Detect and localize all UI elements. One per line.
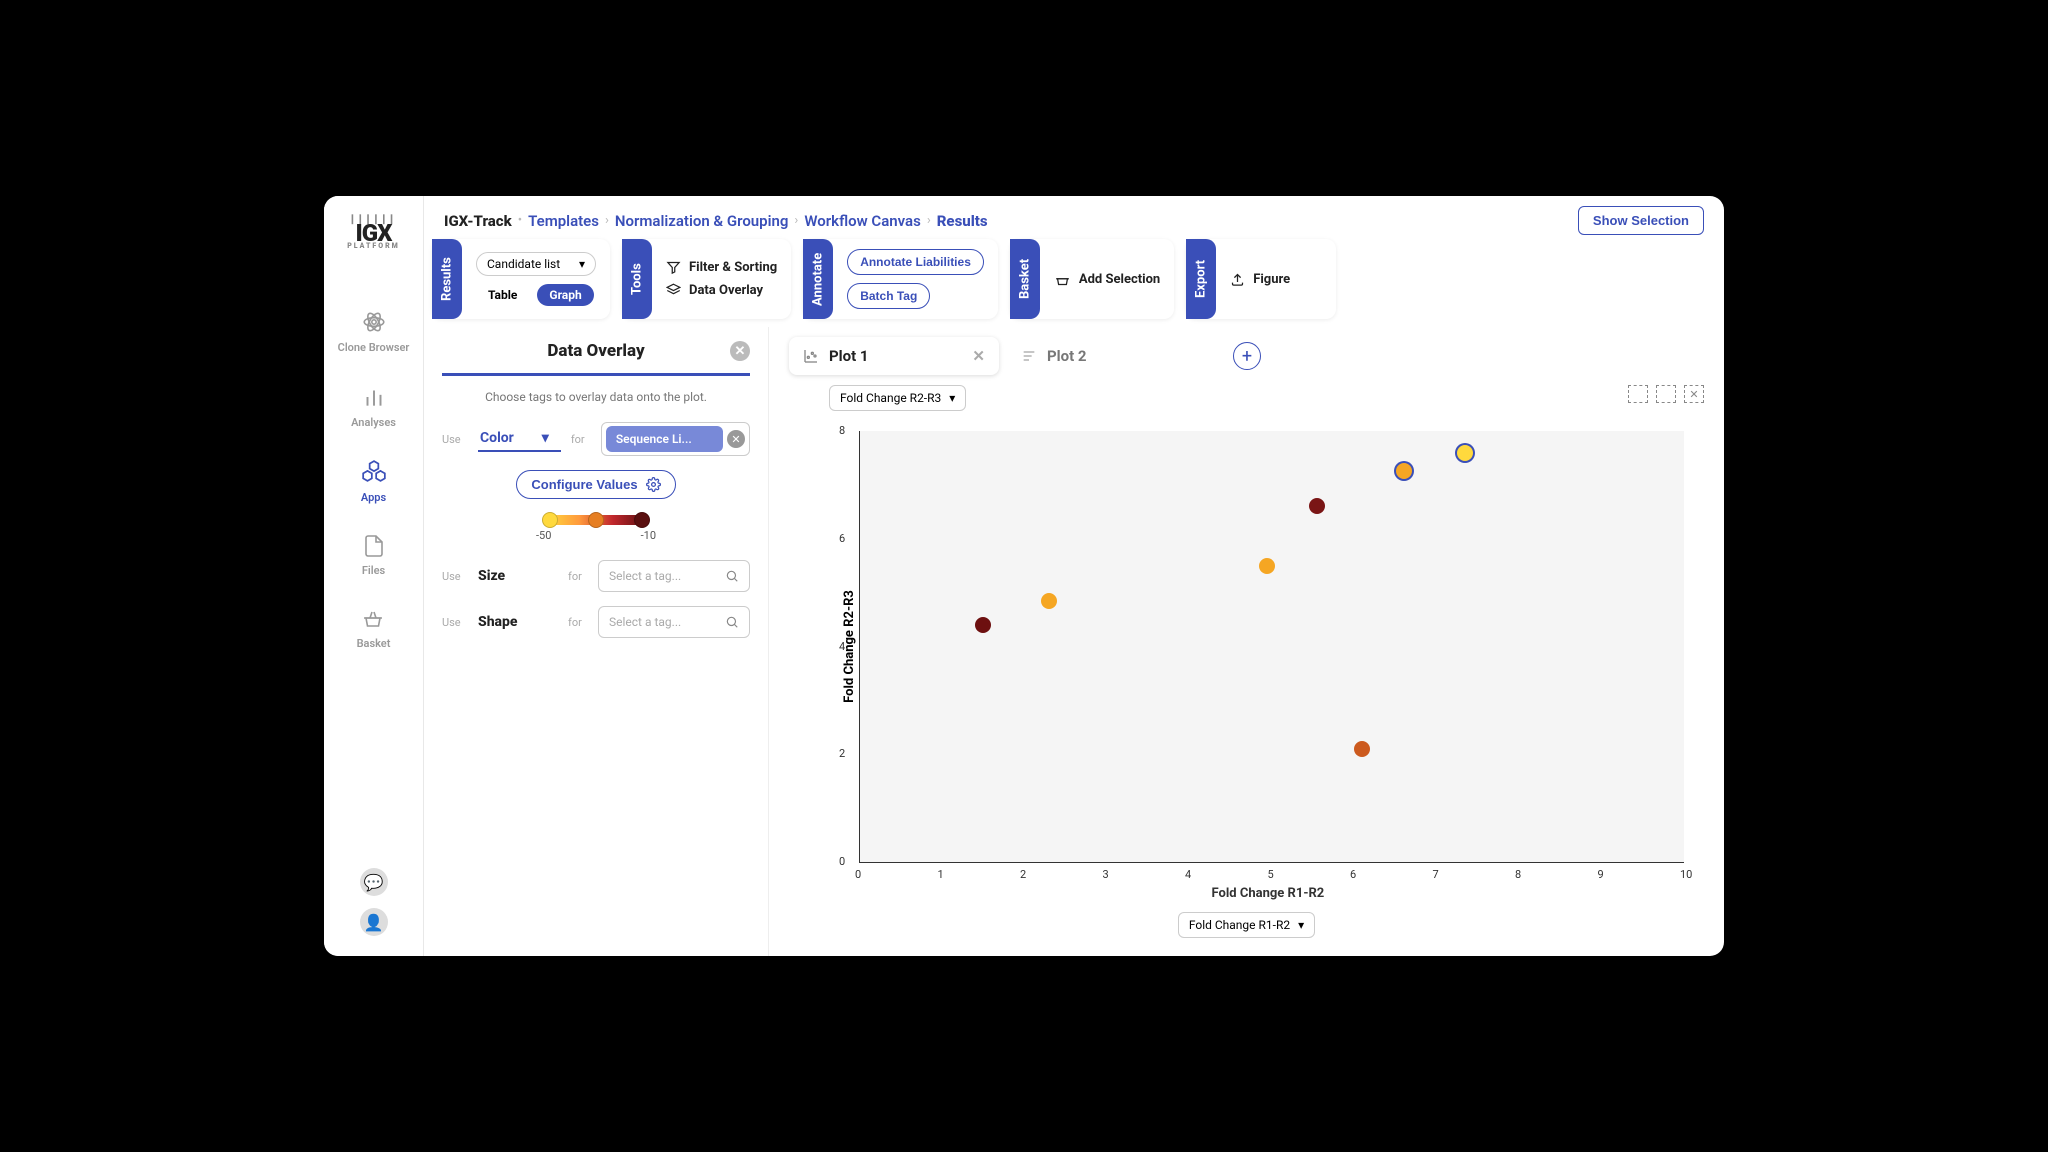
sidebar-label: Clone Browser	[338, 341, 410, 354]
data-point[interactable]	[1259, 558, 1275, 574]
ribbon-tab-label: Annotate	[803, 239, 833, 319]
ribbon: Results Candidate list ▾ Table Graph Too…	[424, 239, 1724, 327]
sidebar-item-analyses[interactable]: Analyses	[351, 384, 396, 429]
chart-container: Fold Change R2-R3 ▾ ✕ 02468012345678910F…	[789, 385, 1704, 938]
ribbon-basket: Basket Add Selection	[1010, 239, 1174, 319]
sidebar-label: Files	[362, 564, 385, 577]
search-icon	[725, 569, 739, 583]
scatter-chart[interactable]: 02468012345678910Fold Change R2-R3Fold C…	[789, 421, 1704, 902]
data-point[interactable]	[1396, 463, 1412, 479]
color-select[interactable]: Color ▾	[478, 426, 561, 452]
atom-icon	[361, 309, 387, 335]
chart-tools: ✕	[1628, 385, 1704, 403]
data-point[interactable]	[1354, 741, 1370, 757]
clear-tag-button[interactable]: ✕	[727, 430, 745, 448]
x-axis-select[interactable]: Fold Change R1-R2 ▾	[1178, 912, 1315, 938]
data-overlay-button[interactable]: Data Overlay	[666, 283, 777, 298]
clear-selection-tool[interactable]: ✕	[1684, 385, 1704, 403]
plot-area: Plot 1 ✕ Plot 2 + Fold Change R2-R3 ▾	[769, 327, 1724, 956]
data-point[interactable]	[975, 617, 991, 633]
main: IGX-Track • Templates › Normalization & …	[424, 196, 1724, 956]
data-point[interactable]	[1309, 498, 1325, 514]
bars-icon	[1021, 348, 1037, 364]
basket-add-icon	[1054, 271, 1071, 288]
user-avatar[interactable]: 👤	[360, 908, 388, 936]
upload-icon	[1230, 272, 1245, 287]
chevron-down-icon: ▾	[1298, 918, 1304, 932]
bar-chart-icon	[361, 384, 387, 410]
breadcrumb-item[interactable]: Templates	[528, 212, 599, 230]
ribbon-results: Results Candidate list ▾ Table Graph	[432, 239, 610, 319]
view-table-toggle[interactable]: Table	[476, 284, 529, 306]
file-icon	[362, 534, 386, 558]
legend-min: -50	[536, 529, 551, 542]
panel-hint: Choose tags to overlay data onto the plo…	[442, 390, 750, 404]
sidebar-item-files[interactable]: Files	[362, 534, 386, 577]
chevron-down-icon: ▾	[542, 430, 549, 446]
lasso-tool[interactable]	[1656, 385, 1676, 403]
sidebar-label: Apps	[361, 491, 386, 504]
sidebar-item-apps[interactable]: Apps	[361, 459, 387, 504]
sidebar: ┃┃┃┃┃┃ IGX PLATFORM Clone Browser Analys…	[324, 196, 424, 956]
breadcrumb-item[interactable]: Workflow Canvas	[804, 212, 921, 230]
ribbon-tab-label: Basket	[1010, 239, 1040, 319]
search-icon	[725, 615, 739, 629]
plot-tab-2[interactable]: Plot 2	[1007, 337, 1217, 375]
select-box-tool[interactable]	[1628, 385, 1648, 403]
close-panel-button[interactable]: ✕	[730, 341, 750, 361]
breadcrumb-current: Results	[937, 212, 988, 230]
data-overlay-panel: Data Overlay ✕ Choose tags to overlay da…	[424, 327, 769, 956]
chat-icon[interactable]: 💬	[360, 868, 388, 896]
cubes-icon	[361, 459, 387, 485]
breadcrumb: IGX-Track • Templates › Normalization & …	[424, 196, 1724, 239]
chevron-down-icon: ▾	[579, 257, 585, 271]
close-plot-tab[interactable]: ✕	[972, 347, 985, 365]
sidebar-label: Basket	[357, 637, 391, 650]
view-graph-toggle[interactable]: Graph	[537, 284, 593, 306]
breadcrumb-root: IGX-Track	[444, 212, 512, 230]
legend-max: -10	[641, 529, 656, 542]
basket-icon	[361, 607, 385, 631]
gear-icon	[646, 477, 661, 492]
export-figure-button[interactable]: Figure	[1230, 272, 1322, 287]
color-tag-field[interactable]: Sequence Li... ✕	[601, 422, 750, 456]
overlay-row-size: Use Size for Select a tag...	[442, 560, 750, 592]
logo: ┃┃┃┃┃┃ IGX PLATFORM	[347, 216, 400, 249]
layers-icon	[666, 283, 681, 298]
content: Data Overlay ✕ Choose tags to overlay da…	[424, 327, 1724, 956]
sidebar-label: Analyses	[351, 416, 396, 429]
candidate-list-dropdown[interactable]: Candidate list ▾	[476, 252, 596, 276]
panel-title: Data Overlay	[547, 341, 644, 361]
batch-tag-button[interactable]: Batch Tag	[847, 283, 930, 309]
add-plot-button[interactable]: +	[1233, 342, 1261, 370]
ribbon-tab-label: Tools	[622, 239, 652, 319]
filter-icon	[666, 260, 681, 275]
ribbon-tab-label: Export	[1186, 239, 1216, 319]
filter-sorting-button[interactable]: Filter & Sorting	[666, 260, 777, 275]
app-window: ┃┃┃┃┃┃ IGX PLATFORM Clone Browser Analys…	[324, 196, 1724, 956]
size-tag-select[interactable]: Select a tag...	[598, 560, 750, 592]
overlay-row-shape: Use Shape for Select a tag...	[442, 606, 750, 638]
shape-tag-select[interactable]: Select a tag...	[598, 606, 750, 638]
ribbon-export: Export Figure	[1186, 239, 1336, 319]
color-gradient-legend	[546, 515, 646, 525]
ribbon-tools: Tools Filter & Sorting Data Overlay	[622, 239, 791, 319]
show-selection-button[interactable]: Show Selection	[1578, 206, 1704, 235]
add-selection-button[interactable]: Add Selection	[1054, 271, 1160, 288]
configure-values-button[interactable]: Configure Values	[516, 470, 675, 499]
chevron-down-icon: ▾	[949, 391, 955, 405]
y-axis-select[interactable]: Fold Change R2-R3 ▾	[829, 385, 966, 411]
sidebar-item-clone-browser[interactable]: Clone Browser	[338, 309, 410, 354]
data-point[interactable]	[1041, 593, 1057, 609]
ribbon-tab-label: Results	[432, 239, 462, 319]
plot-tab-1[interactable]: Plot 1 ✕	[789, 337, 999, 375]
scatter-icon	[803, 348, 819, 364]
sidebar-item-basket[interactable]: Basket	[357, 607, 391, 650]
breadcrumb-item[interactable]: Normalization & Grouping	[615, 212, 789, 230]
data-point[interactable]	[1457, 445, 1473, 461]
plot-tabs: Plot 1 ✕ Plot 2 +	[789, 337, 1704, 375]
annotate-liabilities-button[interactable]: Annotate Liabilities	[847, 249, 984, 275]
overlay-row-color: Use Color ▾ for Sequence Li... ✕	[442, 422, 750, 456]
ribbon-annotate: Annotate Annotate Liabilities Batch Tag	[803, 239, 998, 319]
